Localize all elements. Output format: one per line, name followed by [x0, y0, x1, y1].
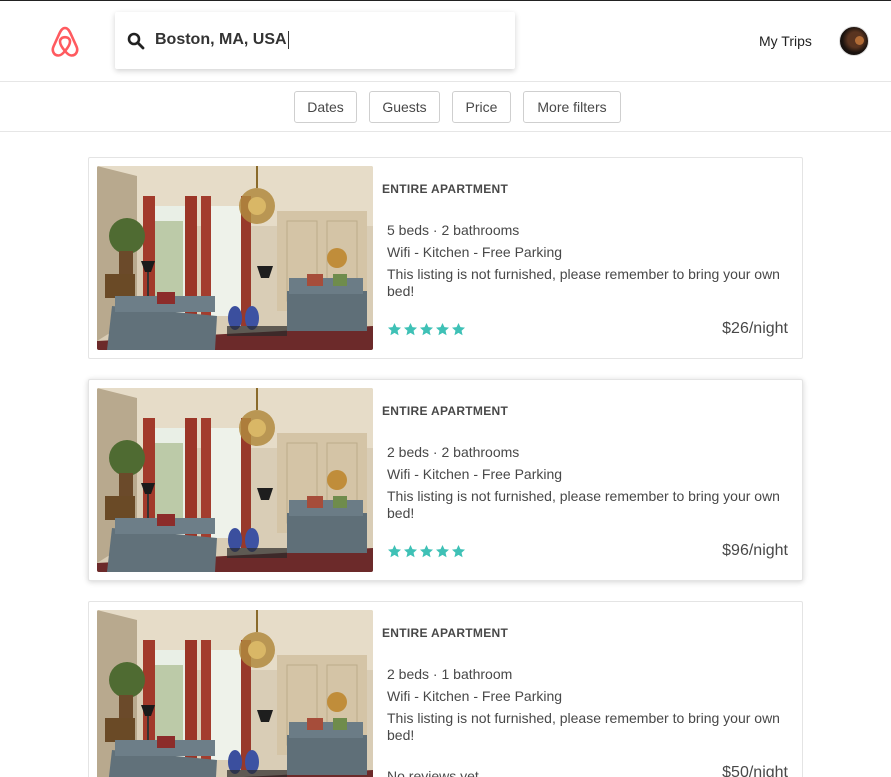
- search-input[interactable]: [155, 28, 485, 52]
- filter-dates-button[interactable]: Dates: [294, 91, 357, 123]
- listing-description: This listing is not furnished, please re…: [387, 266, 780, 299]
- star-icon: [452, 322, 465, 336]
- star-icon: [420, 322, 433, 336]
- listing-photo[interactable]: [97, 166, 373, 350]
- star-icon: [404, 322, 417, 336]
- listing-description: This listing is not furnished, please re…: [387, 710, 780, 743]
- star-icon: [404, 544, 417, 558]
- star-icon: [420, 544, 433, 558]
- listing-price: $50/night: [722, 764, 788, 777]
- airbnb-logo-icon[interactable]: [46, 22, 84, 60]
- listing-photo[interactable]: [97, 610, 373, 777]
- rating-stars: [387, 322, 466, 338]
- listing-card[interactable]: ENTIRE APARTMENT 5 beds · 2 bathrooms Wi…: [88, 157, 803, 359]
- listing-card[interactable]: ENTIRE APARTMENT 2 beds · 1 bathroom Wif…: [88, 601, 803, 777]
- listing-specs: 5 beds · 2 bathrooms: [387, 222, 520, 238]
- listing-type: ENTIRE APARTMENT: [382, 404, 509, 418]
- filter-price-button[interactable]: Price: [452, 91, 511, 123]
- listing-type: ENTIRE APARTMENT: [382, 626, 509, 640]
- star-icon: [436, 544, 449, 558]
- listing-amenities: Wifi - Kitchen - Free Parking: [387, 688, 563, 704]
- user-avatar[interactable]: [839, 26, 869, 56]
- listing-specs: 2 beds · 1 bathroom: [387, 666, 513, 682]
- my-trips-link[interactable]: My Trips: [759, 33, 812, 49]
- listing-specs: 2 beds · 2 bathrooms: [387, 444, 520, 460]
- star-icon: [388, 322, 401, 336]
- rating-stars: [387, 544, 466, 560]
- listing-description: This listing is not furnished, please re…: [387, 488, 780, 521]
- listing-price: $96/night: [722, 542, 788, 559]
- no-reviews-text: No reviews yet: [387, 768, 479, 777]
- listing-amenities: Wifi - Kitchen - Free Parking: [387, 466, 563, 482]
- star-icon: [388, 544, 401, 558]
- search-box[interactable]: [115, 12, 515, 69]
- listing-amenities: Wifi - Kitchen - Free Parking: [387, 244, 563, 260]
- text-caret: [287, 31, 289, 49]
- search-icon: [127, 32, 145, 50]
- listing-type: ENTIRE APARTMENT: [382, 182, 509, 196]
- listing-card[interactable]: ENTIRE APARTMENT 2 beds · 2 bathrooms Wi…: [88, 379, 803, 581]
- listing-photo[interactable]: [97, 388, 373, 572]
- listing-price: $26/night: [722, 320, 788, 337]
- star-icon: [436, 322, 449, 336]
- filter-bar: Dates Guests Price More filters: [0, 82, 891, 132]
- star-icon: [452, 544, 465, 558]
- top-nav: My Trips: [0, 1, 891, 82]
- filter-guests-button[interactable]: Guests: [369, 91, 440, 123]
- filter-more-button[interactable]: More filters: [523, 91, 621, 123]
